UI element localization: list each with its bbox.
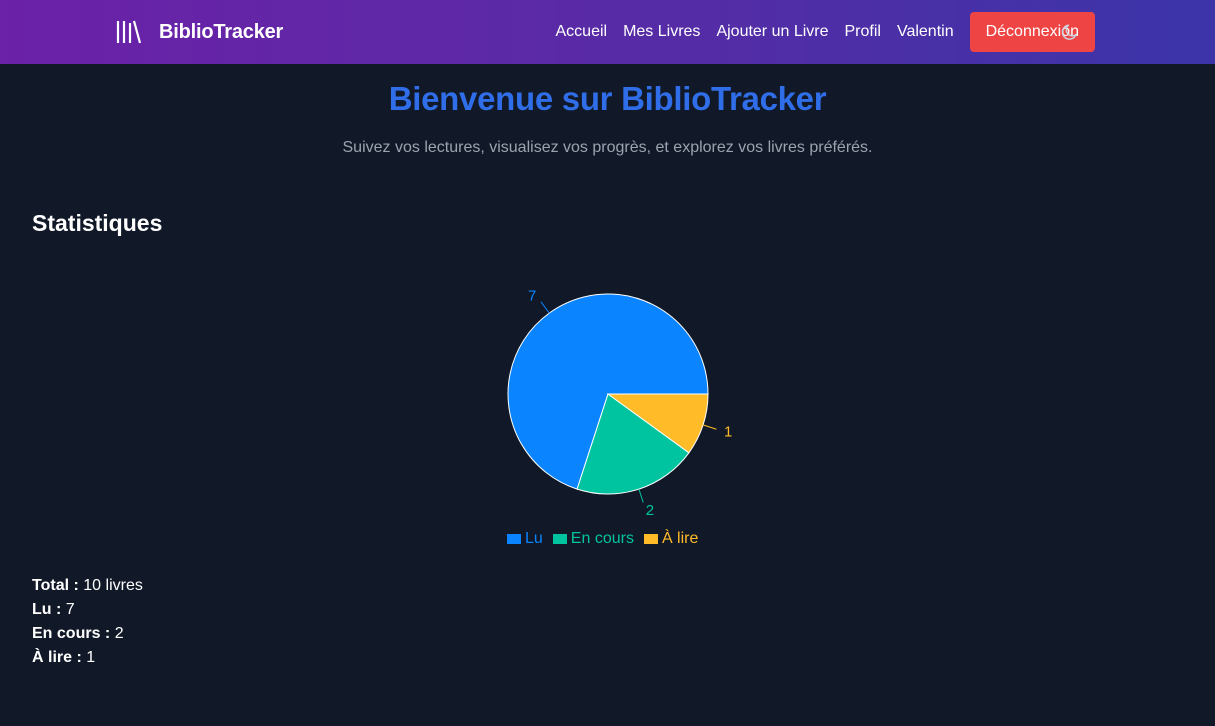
legend-swatch <box>552 534 567 544</box>
legend-item-2[interactable]: À lire <box>643 530 699 548</box>
pie-chart: 7 2 1 <box>507 287 732 519</box>
legend-swatch <box>643 534 658 544</box>
data-label-2: 1 <box>724 424 732 441</box>
legend-swatch <box>507 534 521 544</box>
data-label-0: 7 <box>528 287 536 304</box>
data-label-1: 2 <box>646 502 654 519</box>
summary-en-cours: En cours : 2 <box>32 622 143 646</box>
legend-label: En cours <box>570 530 634 547</box>
summary-value: 7 <box>65 601 75 618</box>
summary-value: 1 <box>86 649 96 666</box>
summary-value: 2 <box>114 625 124 642</box>
summary-lu: Lu : 7 <box>32 598 143 622</box>
summary-label: Total : <box>32 577 79 594</box>
legend-item-1[interactable]: En cours <box>552 530 634 548</box>
label-line-0 <box>540 301 550 314</box>
label-line-2 <box>702 424 717 430</box>
summary-value: 10 livres <box>83 577 143 594</box>
summary-label: Lu : <box>32 601 62 618</box>
legend-label: À lire <box>661 530 699 547</box>
legend-label: Lu <box>525 530 543 547</box>
summary-label: À lire : <box>32 649 82 666</box>
chart-legend: Lu En cours À lire <box>507 529 708 549</box>
summary-total: Total : 10 livres <box>32 574 143 598</box>
legend-item-0[interactable]: Lu <box>507 530 543 548</box>
label-line-1 <box>638 488 644 503</box>
stats-summary: Total : 10 livres Lu : 7 En cours : 2 À … <box>32 574 143 670</box>
summary-a-lire: À lire : 1 <box>32 646 143 670</box>
summary-label: En cours : <box>32 625 111 642</box>
